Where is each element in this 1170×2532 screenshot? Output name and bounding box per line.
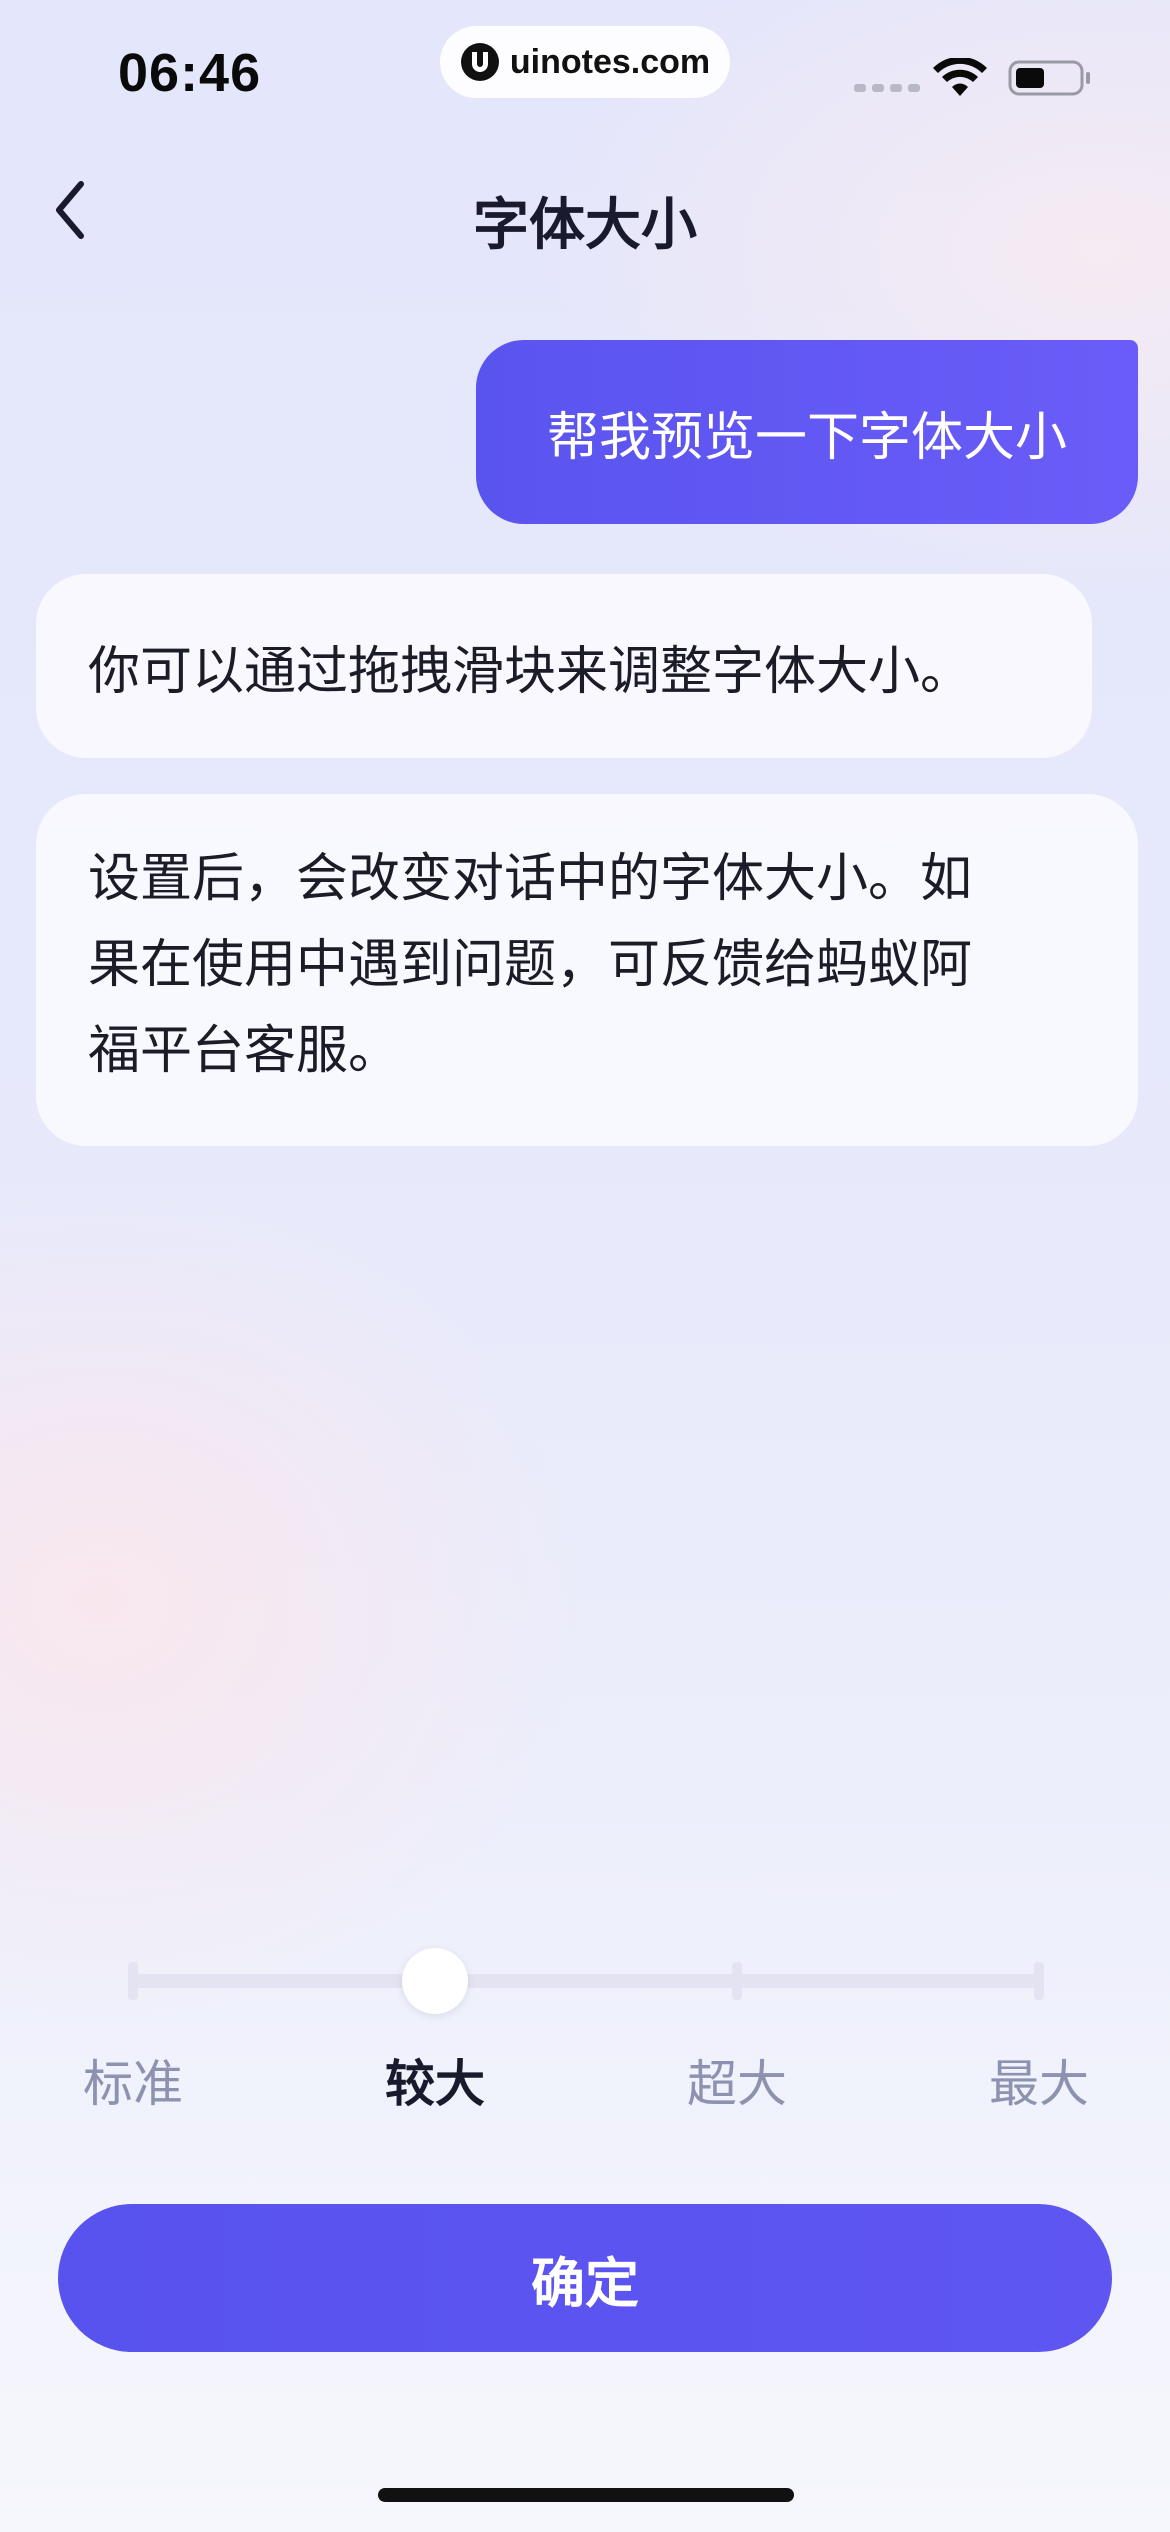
font-size-option-larger[interactable]: 较大	[335, 2044, 535, 2116]
font-size-option-extra-large[interactable]: 超大	[637, 2044, 837, 2116]
navigation-bar: 字体大小	[0, 160, 1170, 260]
confirm-button[interactable]: 确定	[58, 2204, 1112, 2352]
slider-thumb[interactable]	[402, 1948, 468, 2014]
home-indicator	[378, 2488, 794, 2502]
slider-tick	[128, 1962, 138, 2000]
cellular-signal-icon	[854, 84, 920, 92]
slider-tick	[732, 1962, 742, 2000]
slider-track[interactable]	[128, 1974, 1044, 1988]
watermark-text: uinotes.com	[509, 42, 711, 81]
watermark-badge: uinotes.com	[440, 26, 730, 98]
page-title: 字体大小	[473, 193, 697, 258]
wifi-icon	[933, 58, 987, 96]
uinotes-logo-icon	[460, 43, 499, 81]
status-bar: 06:46 uinotes.com	[0, 0, 1170, 140]
bot-message-bubble: 设置后，会改变对话中的字体大小。如 果在使用中遇到问题，可反馈给蚂蚁阿 福平台客…	[36, 794, 1138, 1146]
bot-message-line: 设置后，会改变对话中的字体大小。如	[88, 849, 973, 909]
bot-message-line: 果在使用中遇到问题，可反馈给蚂蚁阿	[88, 935, 973, 995]
slider-tick	[1034, 1962, 1044, 2000]
bot-message-text: 你可以通过拖拽滑块来调整字体大小。	[88, 641, 973, 702]
font-size-option-largest[interactable]: 最大	[939, 2044, 1139, 2116]
user-message-bubble: 帮我预览一下字体大小	[476, 340, 1138, 524]
battery-icon	[1008, 60, 1090, 96]
bot-message-bubble: 你可以通过拖拽滑块来调整字体大小。	[36, 574, 1092, 758]
font-size-option-standard[interactable]: 标准	[33, 2044, 233, 2116]
font-size-slider[interactable]	[124, 1948, 1048, 2014]
status-time: 06:46	[118, 43, 262, 103]
bot-message-line: 福平台客服。	[88, 1021, 401, 1081]
user-message-text: 帮我预览一下字体大小	[546, 407, 1067, 468]
